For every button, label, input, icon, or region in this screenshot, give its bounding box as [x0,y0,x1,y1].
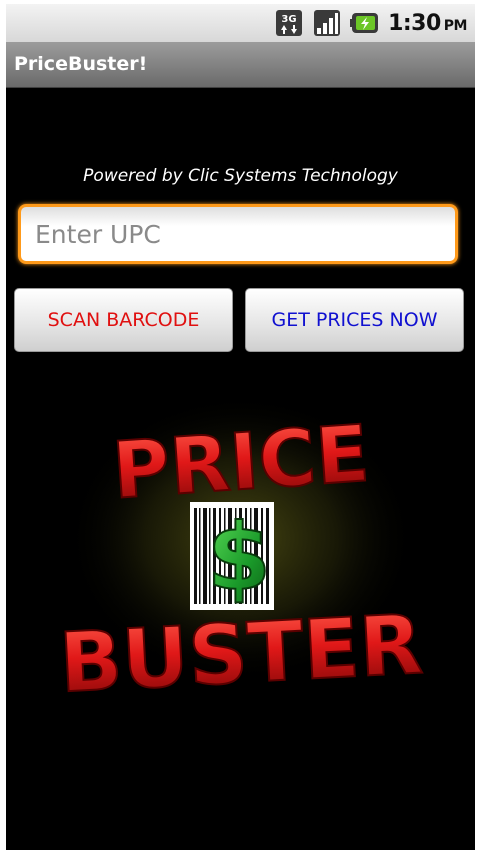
scan-barcode-button[interactable]: SCAN BARCODE [14,288,233,352]
get-prices-button[interactable]: GET PRICES NOW [245,288,464,352]
pricebuster-logo: PRICE $ BUSTER [56,399,426,712]
upc-input[interactable] [18,204,458,264]
time-ampm: PM [443,17,468,34]
status-time: 1:30 PM [388,11,467,36]
time-value: 1:30 [388,10,441,36]
status-icons: 3G 1:30 PM [274,8,468,38]
app-screen: 3G 1:30 PM PriceBuster! Powered by Clic … [6,4,475,850]
status-bar: 3G 1:30 PM [6,4,475,42]
scan-barcode-label: SCAN BARCODE [47,309,200,331]
powered-by-text: Powered by Clic Systems Technology [83,166,398,186]
battery-charging-icon [350,13,379,33]
get-prices-label: GET PRICES NOW [271,309,438,331]
signal-icon [314,10,341,36]
logo-word-price: PRICE [110,409,372,517]
app-title: PriceBuster! [14,53,148,75]
dollar-sign-icon: $ [207,504,271,611]
logo-word-buster: BUSTER [57,598,425,712]
network-3g-icon: 3G [276,10,303,36]
title-bar: PriceBuster! [6,42,475,88]
network-label: 3G [281,14,296,25]
